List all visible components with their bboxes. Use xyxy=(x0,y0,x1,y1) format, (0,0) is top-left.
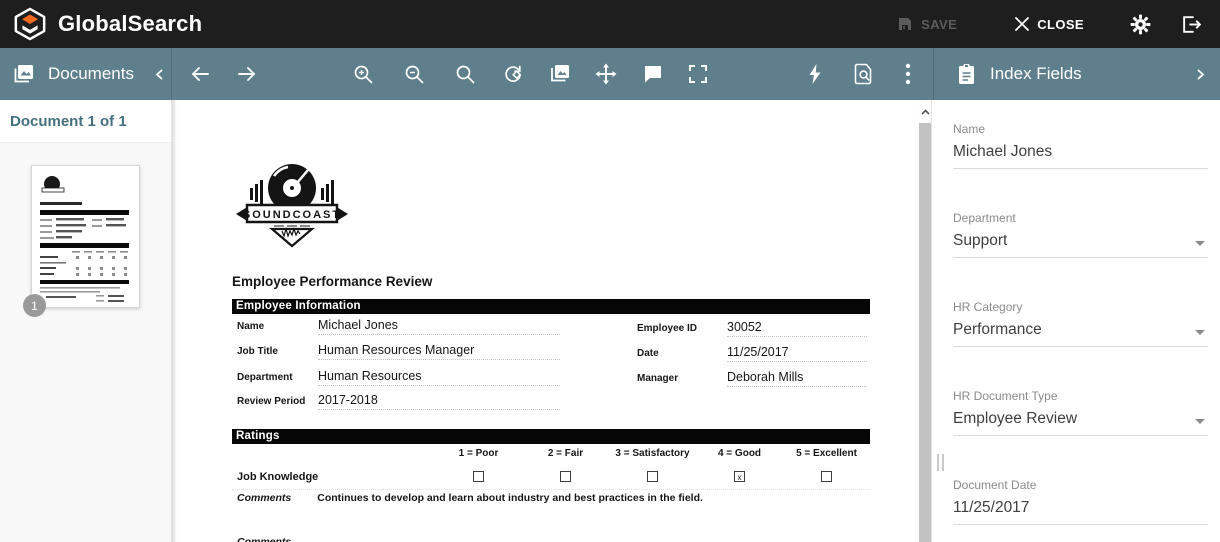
scrollbar-thumb[interactable] xyxy=(919,123,931,542)
info-row: NameMichael Jones xyxy=(237,318,612,335)
hr-document-type-select[interactable] xyxy=(953,405,1208,435)
dropdown-arrow-icon[interactable] xyxy=(1195,419,1205,424)
dropdown-arrow-icon[interactable] xyxy=(1195,241,1205,246)
ratings-scale-header: 1 = Poor 2 = Fair 3 = Satisfactory 4 = G… xyxy=(232,448,870,459)
soundcoast-logo: SOUNDCOAST xyxy=(236,162,348,253)
rating-checkbox-checked: x xyxy=(734,471,745,482)
field-name: Name xyxy=(953,123,1208,169)
field-label: Department xyxy=(953,212,1208,225)
kebab-menu-icon[interactable] xyxy=(903,61,913,87)
hr-category-select[interactable] xyxy=(953,316,1208,346)
collapse-left-icon[interactable] xyxy=(154,68,165,81)
viewer-scrollbar[interactable] xyxy=(919,100,931,542)
rating-checkbox xyxy=(473,471,484,482)
comments-row-cutoff: Comments xyxy=(237,536,291,542)
index-fields-header: Index Fields xyxy=(933,48,1220,100)
save-icon xyxy=(897,16,913,32)
comments-row: Comments Continues to develop and learn … xyxy=(237,492,703,504)
documents-label: Documents xyxy=(48,64,134,84)
info-row: Employee ID30052 xyxy=(637,320,870,337)
zoom-in-icon[interactable] xyxy=(351,62,376,87)
globalsearch-logo-icon xyxy=(13,7,47,41)
rating-checkbox xyxy=(647,471,658,482)
toolbar-actions xyxy=(172,48,933,100)
documents-header: Documents xyxy=(0,48,172,100)
employee-information-header: Employee Information xyxy=(232,299,870,314)
rating-checkbox xyxy=(821,471,832,482)
document-search-icon[interactable] xyxy=(851,61,876,88)
pan-icon[interactable] xyxy=(593,61,620,88)
scroll-up-button[interactable] xyxy=(919,100,931,123)
field-label: Document Date xyxy=(953,479,1208,492)
gear-icon xyxy=(1130,14,1151,35)
info-row: Job TitleHuman Resources Manager xyxy=(237,343,612,360)
page-edge-shadow xyxy=(172,100,177,542)
lightning-icon[interactable] xyxy=(804,61,826,87)
document-thumbnail[interactable]: 1 xyxy=(31,165,140,308)
rating-row-job-knowledge: Job Knowledge x xyxy=(232,468,870,490)
info-row: DepartmentHuman Resources xyxy=(237,369,612,386)
zoom-out-icon[interactable] xyxy=(402,62,427,87)
department-select[interactable] xyxy=(953,227,1208,257)
field-document-date: Document Date xyxy=(953,479,1208,525)
settings-button[interactable] xyxy=(1130,14,1151,35)
logo-text: SOUNDCOAST xyxy=(243,209,341,221)
info-row: Date11/25/2017 xyxy=(637,345,870,362)
index-fields-label: Index Fields xyxy=(990,64,1082,84)
pages-icon[interactable] xyxy=(546,60,574,88)
document-viewer: SOUNDCOAST Employee Performance Review E… xyxy=(172,100,919,542)
thumbnail-preview-image xyxy=(32,166,137,305)
document-count-label: Document 1 of 1 xyxy=(0,100,171,143)
document-title: Employee Performance Review xyxy=(232,274,432,289)
panel-drag-handle[interactable] xyxy=(937,454,944,471)
page-number-badge: 1 xyxy=(23,294,46,317)
dropdown-arrow-icon[interactable] xyxy=(1195,330,1205,335)
logout-icon xyxy=(1181,14,1202,35)
chevron-up-icon xyxy=(921,109,930,115)
viewer-toolbar: Documents xyxy=(0,48,1220,100)
save-button[interactable]: SAVE xyxy=(891,15,963,33)
photo-library-icon xyxy=(12,62,36,86)
document-date-input[interactable] xyxy=(953,494,1208,524)
rotate-icon[interactable] xyxy=(500,61,526,87)
ratings-header: Ratings xyxy=(232,429,870,444)
index-fields-panel: Name Department HR Category HR Document … xyxy=(931,100,1220,542)
fullscreen-icon[interactable] xyxy=(686,62,710,86)
field-department: Department xyxy=(953,212,1208,258)
field-label: HR Document Type xyxy=(953,390,1208,403)
comment-icon[interactable] xyxy=(640,61,666,87)
close-icon xyxy=(1015,17,1029,31)
top-bar: GlobalSearch SAVE CLOSE xyxy=(0,0,1220,48)
app-title: GlobalSearch xyxy=(58,11,202,37)
name-input[interactable] xyxy=(953,138,1208,168)
logout-button[interactable] xyxy=(1181,14,1202,35)
collapse-right-icon[interactable] xyxy=(1195,68,1206,81)
thumbnails-sidebar: Document 1 of 1 xyxy=(0,100,172,542)
back-arrow-icon[interactable] xyxy=(187,61,213,87)
field-hr-category: HR Category xyxy=(953,301,1208,347)
close-button[interactable]: CLOSE xyxy=(1009,16,1090,33)
info-row: ManagerDeborah Mills xyxy=(637,370,870,387)
brand: GlobalSearch xyxy=(0,7,202,41)
field-label: HR Category xyxy=(953,301,1208,314)
search-icon[interactable] xyxy=(453,62,478,87)
rating-checkbox xyxy=(560,471,571,482)
field-label: Name xyxy=(953,123,1208,136)
clipboard-icon xyxy=(956,63,977,86)
forward-arrow-icon[interactable] xyxy=(234,61,260,87)
field-hr-document-type: HR Document Type xyxy=(953,390,1208,436)
info-row: Review Period2017-2018 xyxy=(237,393,612,410)
